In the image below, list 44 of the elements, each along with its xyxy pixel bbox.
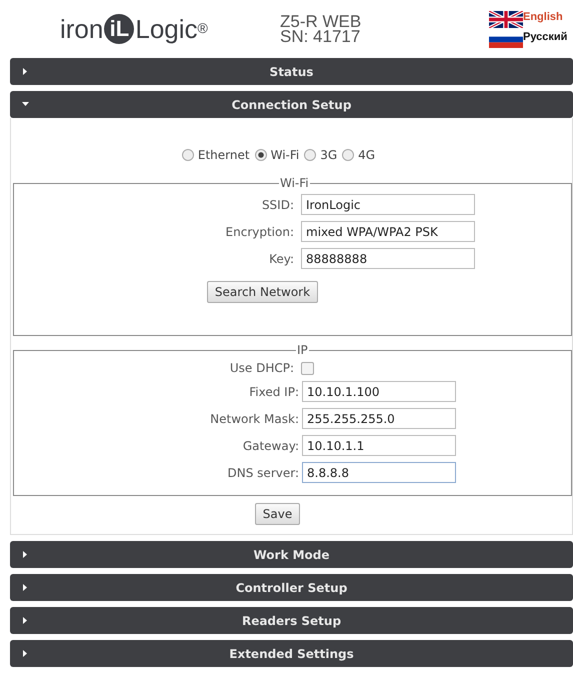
input-field[interactable]: 10.10.1.1 [302,435,456,456]
mode-radio[interactable]: Ethernet [182,148,250,162]
caret-right-icon [22,551,29,558]
section-header[interactable]: Work Mode [10,541,573,568]
section-header[interactable]: Connection Setup [10,91,573,118]
caret-right-icon [22,617,29,624]
group-legend: IP [296,343,309,357]
caret-right-icon [22,68,29,75]
input-field[interactable]: 8.8.8.8 [302,462,456,483]
section-header[interactable]: Readers Setup [10,607,573,634]
logo-text: iron [60,16,104,42]
caret-down-icon [22,101,29,108]
field-label: Key: [268,252,294,266]
input-field[interactable]: 88888888 [301,248,475,269]
checkbox[interactable] [301,362,314,374]
mode-radio[interactable]: 4G [342,148,376,162]
uk-flag-icon [489,10,523,28]
field-label: DNS server: [226,466,299,480]
caret-right-icon [22,650,29,657]
input-field[interactable]: 255.255.255.0 [302,408,456,429]
save-button[interactable]: Save [254,503,300,525]
field-label: Network Mask: [209,412,299,426]
section-header[interactable]: Controller Setup [10,574,573,601]
registered-mark: ® [198,20,208,36]
mode-radio[interactable]: Wi-Fi [254,148,300,162]
section-header[interactable]: Status [10,58,573,85]
input-field[interactable]: 10.10.1.100 [302,381,456,402]
search-network-button[interactable]: Search Network [206,281,318,303]
mode-radio[interactable]: 3G [304,148,338,162]
logo-mark: iL [104,14,134,44]
input-field[interactable]: IronLogic [301,194,475,215]
input-field[interactable]: mixed WPA/WPA2 PSK [301,221,475,242]
field-label: Gateway: [242,438,299,452]
section-header[interactable]: Extended Settings [10,640,573,667]
field-label: Fixed IP: [248,384,299,398]
logo-text: Logic [135,16,198,42]
device-model: Z5-R WEB [280,14,362,29]
field-label: Use DHCP: [228,361,294,375]
caret-right-icon [22,584,29,591]
field-label: SSID: [260,198,294,212]
field-label: Encryption: [224,224,294,238]
serial-number: SN: 41717 [280,29,362,44]
language-link[interactable]: Русский [489,30,568,48]
group-legend: Wi-Fi [279,176,310,190]
